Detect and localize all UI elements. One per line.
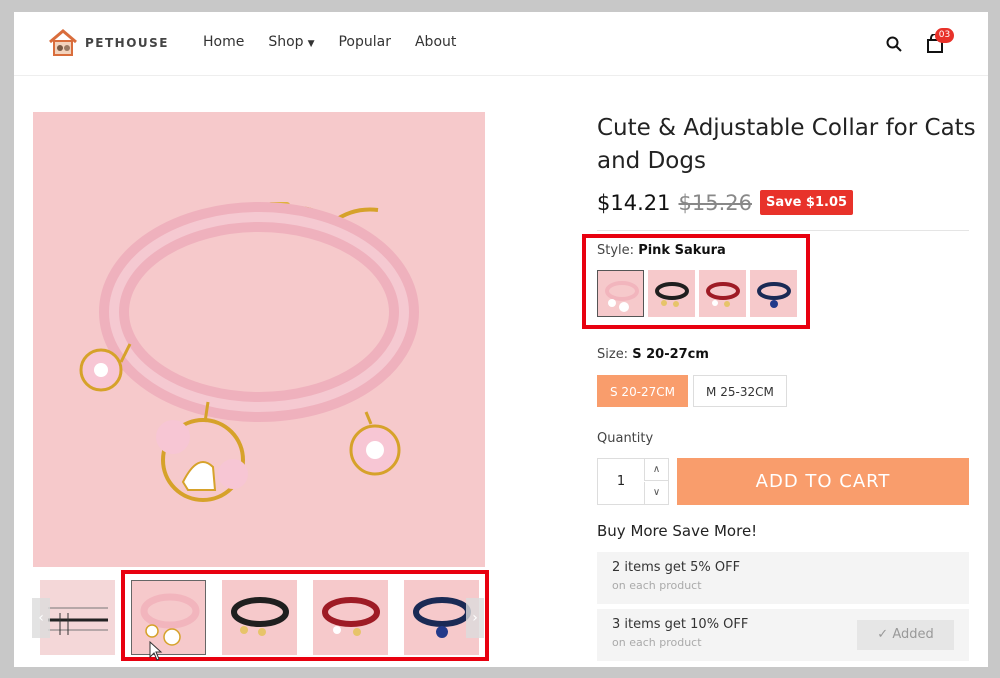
cart-count-badge: 03 — [935, 28, 954, 43]
tier-subtext: on each product — [612, 636, 702, 649]
added-label: Added — [892, 627, 934, 642]
compare-price: $15.26 — [678, 190, 752, 215]
browser-frame: PETHOUSE Home Shop ▼ Popular About 03 ‹ … — [14, 12, 988, 667]
chevron-down-icon: ▼ — [307, 39, 315, 49]
bulk-tier-3-items[interactable]: 3 items get 10% OFF on each product ✓ Ad… — [597, 609, 969, 661]
logo[interactable]: PETHOUSE — [47, 28, 169, 58]
nav-popular[interactable]: Popular — [338, 34, 391, 50]
main-product-image[interactable] — [33, 112, 485, 567]
style-label: Style: Pink Sakura — [597, 243, 726, 258]
bulk-discount-title: Buy More Save More! — [597, 522, 758, 540]
nav-home[interactable]: Home — [203, 34, 244, 50]
mouse-cursor-icon — [149, 641, 163, 661]
added-button[interactable]: ✓ Added — [857, 620, 954, 650]
current-price: $14.21 — [597, 190, 671, 215]
product-title: Cute & Adjustable Collar for Cats and Do… — [597, 115, 976, 174]
style-label-text: Style: — [597, 243, 635, 258]
red-swatch-image — [706, 282, 740, 307]
size-chart-preview — [48, 607, 108, 635]
quantity-stepper: 1 ∧ ∨ — [597, 458, 669, 505]
add-to-cart-button[interactable]: ADD TO CART — [677, 458, 969, 505]
quantity-label: Quantity — [597, 431, 654, 446]
thumbnail-size-chart[interactable] — [40, 580, 115, 655]
size-option-m[interactable]: M 25-32CM — [693, 375, 787, 407]
collar-illustration — [79, 202, 419, 502]
bulk-tier-2-items[interactable]: 2 items get 5% OFF on each product — [597, 552, 969, 604]
tier-description: 3 items get 10% OFF — [612, 617, 749, 632]
main-nav: Home Shop ▼ Popular About — [203, 34, 456, 50]
nav-shop[interactable]: Shop ▼ — [268, 34, 314, 50]
quantity-decrease-chevron-down-icon[interactable]: ∨ — [644, 482, 668, 504]
size-label-text: Size: — [597, 347, 629, 362]
tier-subtext: on each product — [612, 579, 702, 592]
site-header: PETHOUSE Home Shop ▼ Popular About 03 — [14, 12, 988, 76]
style-swatch-black[interactable] — [648, 270, 695, 317]
logo-house-icon — [49, 29, 77, 56]
size-options: S 20-27CM M 25-32CM — [597, 375, 787, 407]
price-row: $14.21 $15.26 Save $1.05 — [597, 190, 854, 215]
save-badge: Save $1.05 — [759, 190, 854, 215]
divider — [597, 230, 969, 231]
thumbnail-prev-arrow[interactable]: ‹ — [32, 598, 50, 638]
quantity-input[interactable]: 1 — [598, 459, 644, 504]
style-swatch-navy[interactable] — [750, 270, 797, 317]
style-selected-value: Pink Sakura — [638, 243, 726, 258]
logo-text: PETHOUSE — [85, 36, 170, 50]
style-swatch-red[interactable] — [699, 270, 746, 317]
quantity-increase-chevron-up-icon[interactable]: ∧ — [644, 459, 668, 481]
highlight-box-thumbnails — [121, 570, 489, 661]
nav-shop-label: Shop — [268, 34, 304, 50]
check-icon: ✓ — [877, 627, 889, 642]
size-selected-value: S 20-27cm — [632, 347, 709, 362]
nav-about[interactable]: About — [415, 34, 456, 50]
size-label: Size: S 20-27cm — [597, 347, 709, 362]
style-swatches — [597, 270, 797, 317]
search-icon[interactable] — [886, 36, 902, 52]
black-swatch-image — [655, 282, 689, 307]
size-option-s[interactable]: S 20-27CM — [597, 375, 689, 407]
style-swatch-pink-sakura[interactable] — [597, 270, 644, 317]
navy-swatch-image — [757, 282, 791, 308]
pink-swatch-image — [605, 281, 639, 312]
tier-description: 2 items get 5% OFF — [612, 560, 741, 575]
